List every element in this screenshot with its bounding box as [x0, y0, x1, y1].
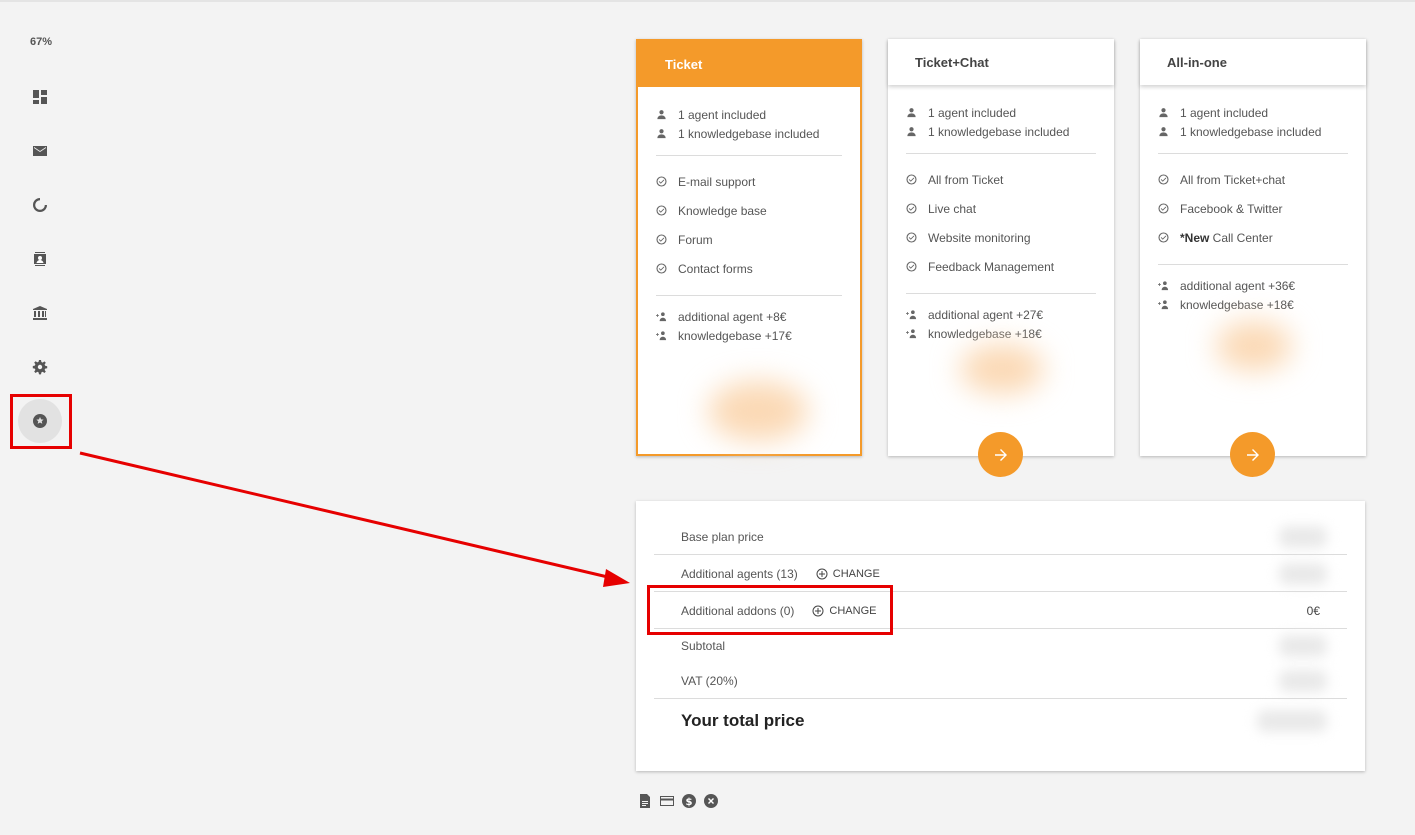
plan-addon: additional agent +8€	[656, 307, 842, 326]
blurred-price	[960, 344, 1044, 394]
plan-feature: *New Call Center	[1158, 223, 1348, 252]
plan-title: All-in-one	[1140, 39, 1366, 85]
plan-feature: Feedback Management	[906, 252, 1096, 281]
progress-ring-icon	[33, 198, 47, 212]
plan-feature: Knowledge base	[656, 196, 842, 225]
person-icon	[657, 129, 666, 139]
plan-feature: Contact forms	[656, 254, 842, 283]
contact-card-icon	[34, 252, 46, 266]
select-plan-button[interactable]	[1230, 432, 1275, 477]
person-icon	[907, 108, 916, 118]
add-person-icon	[1158, 300, 1169, 310]
check-circle-icon	[906, 261, 917, 272]
bank-icon	[33, 306, 47, 320]
sidebar-item-billing[interactable]	[18, 291, 62, 335]
gear-icon	[32, 360, 48, 375]
add-person-icon	[906, 329, 917, 339]
plan-addon: knowledgebase +18€	[1158, 295, 1348, 314]
top-border	[0, 0, 1415, 2]
mail-icon	[33, 146, 47, 156]
check-circle-icon	[906, 174, 917, 185]
add-circle-icon	[816, 568, 828, 579]
addons-value: 0€	[1306, 603, 1320, 618]
plan-feature: All from Ticket	[906, 165, 1096, 194]
sidebar-item-reports[interactable]	[18, 183, 62, 227]
credit-card-icon[interactable]	[659, 793, 675, 809]
sidebar-item-mail[interactable]	[18, 129, 62, 173]
check-circle-icon	[1158, 174, 1169, 185]
plan-addon: additional agent +27€	[906, 305, 1096, 324]
change-agents-button[interactable]: CHANGE	[816, 568, 880, 580]
blurred-value	[1257, 710, 1327, 732]
dashboard-icon	[33, 90, 47, 104]
plan-feature: Website monitoring	[906, 223, 1096, 252]
zoom-level: 67%	[30, 36, 53, 48]
check-circle-icon	[656, 176, 667, 187]
footer-icon-bar: $	[637, 793, 719, 809]
blurred-price	[708, 381, 808, 441]
plan-feature: Facebook & Twitter	[1158, 194, 1348, 223]
sidebar-item-dashboard[interactable]	[18, 75, 62, 119]
price-summary: Base plan price Additional agents (13) C…	[636, 501, 1365, 771]
person-icon	[907, 127, 916, 137]
add-person-icon	[656, 331, 667, 341]
check-circle-icon	[1158, 203, 1169, 214]
plan-included-item: 1 knowledgebase included	[1158, 122, 1348, 141]
plan-feature: All from Ticket+chat	[1158, 165, 1348, 194]
cancel-circle-icon[interactable]	[703, 793, 719, 809]
plan-included-item: 1 agent included	[1158, 103, 1348, 122]
plan-included-item: 1 knowledgebase included	[906, 122, 1096, 141]
blurred-value	[1279, 670, 1327, 692]
add-person-icon	[656, 312, 667, 322]
plan-included-item: 1 knowledgebase included	[656, 124, 842, 143]
arrow-right-icon	[1246, 448, 1259, 461]
add-person-icon	[1158, 281, 1169, 291]
arrow-right-icon	[994, 448, 1007, 461]
summary-row-vat: VAT (20%)	[654, 663, 1347, 699]
check-circle-icon	[1158, 232, 1169, 243]
total-label: Your total price	[681, 711, 805, 730]
plan-feature: Forum	[656, 225, 842, 254]
plan-addon: knowledgebase +18€	[906, 324, 1096, 343]
plan-card-ticket[interactable]: Ticket 1 agent included 1 knowledgebase …	[636, 39, 862, 456]
check-circle-icon	[656, 263, 667, 274]
dollar-coin-icon[interactable]: $	[681, 793, 697, 809]
svg-text:$: $	[686, 797, 693, 808]
check-circle-icon	[656, 205, 667, 216]
highlight-box-addons	[647, 585, 893, 635]
check-circle-icon	[906, 232, 917, 243]
plan-feature: E-mail support	[656, 167, 842, 196]
plan-addon: knowledgebase +17€	[656, 326, 842, 345]
plan-included-item: 1 agent included	[906, 103, 1096, 122]
plan-card-all-in-one[interactable]: All-in-one 1 agent included 1 knowledgeb…	[1140, 39, 1366, 477]
plan-title: Ticket+Chat	[888, 39, 1114, 85]
document-icon[interactable]	[637, 793, 653, 809]
new-badge: *New	[1180, 230, 1210, 245]
blurred-value	[1279, 525, 1327, 548]
check-circle-icon	[906, 203, 917, 214]
blurred-value	[1279, 562, 1327, 585]
person-icon	[1159, 127, 1168, 137]
summary-row-total: Your total price	[654, 699, 1347, 743]
summary-row-base: Base plan price	[654, 518, 1347, 555]
select-plan-button[interactable]	[978, 432, 1023, 477]
plan-card-ticket-chat[interactable]: Ticket+Chat 1 agent included 1 knowledge…	[888, 39, 1114, 477]
plan-title: Ticket	[638, 41, 860, 87]
blurred-price	[1216, 321, 1292, 371]
check-circle-icon	[656, 234, 667, 245]
highlight-box-sidebar	[10, 394, 72, 449]
sidebar-item-settings[interactable]	[18, 345, 62, 389]
sidebar-item-contacts[interactable]	[18, 237, 62, 281]
plan-feature: Live chat	[906, 194, 1096, 223]
blurred-value	[1279, 635, 1327, 657]
plan-included-item: 1 agent included	[656, 105, 842, 124]
add-person-icon	[906, 310, 917, 320]
person-icon	[1159, 108, 1168, 118]
person-icon	[657, 110, 666, 120]
plan-addon: additional agent +36€	[1158, 276, 1348, 295]
